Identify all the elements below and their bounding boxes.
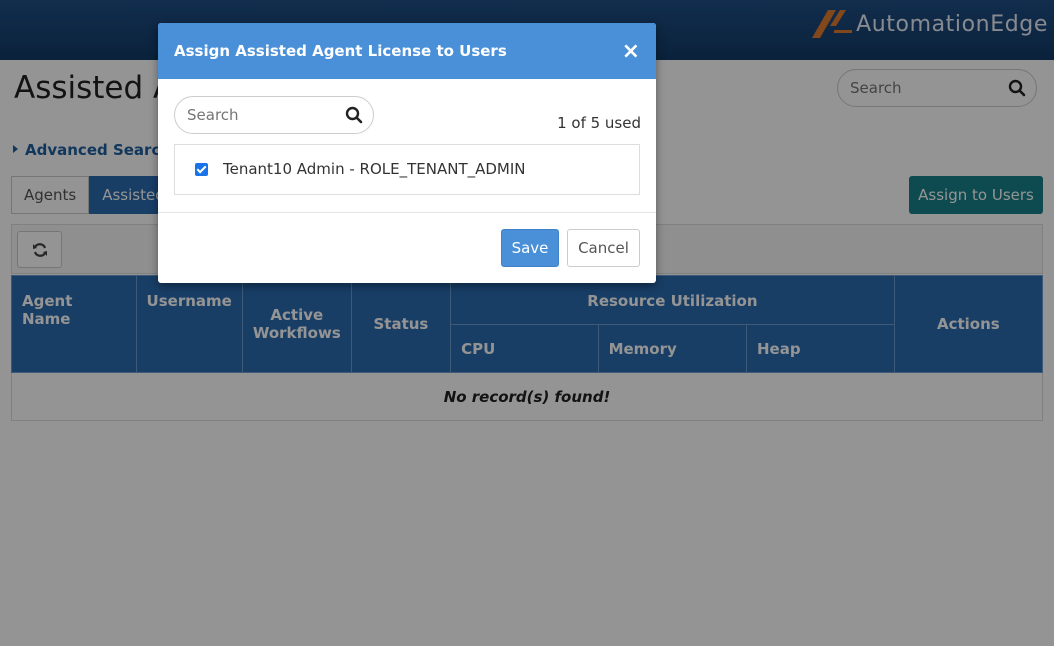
user-label: Tenant10 Admin - ROLE_TENANT_ADMIN	[223, 160, 526, 178]
close-icon[interactable]: ×	[622, 41, 640, 63]
dialog-footer: Save Cancel	[158, 212, 656, 283]
user-search-input[interactable]	[175, 97, 335, 133]
list-item[interactable]: Tenant10 Admin - ROLE_TENANT_ADMIN	[195, 160, 526, 178]
search-icon[interactable]	[345, 106, 363, 124]
license-usage-count: 1 of 5 used	[557, 114, 641, 132]
user-list: Tenant10 Admin - ROLE_TENANT_ADMIN	[174, 144, 640, 195]
dialog-header: Assign Assisted Agent License to Users ×	[158, 23, 656, 79]
user-checkbox[interactable]	[195, 162, 208, 176]
dialog-title: Assign Assisted Agent License to Users	[174, 42, 507, 60]
user-search-box[interactable]	[174, 96, 374, 134]
save-button[interactable]: Save	[501, 229, 559, 267]
cancel-button[interactable]: Cancel	[567, 229, 640, 267]
assign-license-dialog: Assign Assisted Agent License to Users ×…	[158, 23, 656, 283]
